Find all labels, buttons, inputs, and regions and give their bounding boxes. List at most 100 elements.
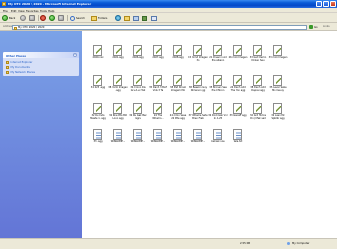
file-item[interactable]: 34 Cronn Ris Gr+d+x Tak bbox=[128, 75, 148, 97]
file-item[interactable]: WINGOME... bbox=[148, 129, 168, 151]
file-item[interactable]: 38 mmli Imagen .agg bbox=[108, 75, 128, 97]
network-places-icon bbox=[6, 70, 9, 74]
file-item[interactable]: 2026.agg bbox=[128, 45, 148, 67]
delete-icon bbox=[142, 15, 147, 21]
sidebar-item-my-documents[interactable]: My Documents bbox=[6, 65, 30, 69]
copy-to-button[interactable] bbox=[133, 15, 139, 21]
file-item[interactable]: 32 Rndi Gak Vnr In A 25 bbox=[208, 103, 228, 125]
history-icon bbox=[115, 15, 121, 21]
file-item[interactable]: 38 Danh Add Daposi agg bbox=[248, 75, 268, 97]
file-item[interactable]: 33 .agg bbox=[88, 129, 108, 151]
links-button[interactable]: Links bbox=[323, 25, 330, 28]
toolbar-separator bbox=[67, 15, 68, 21]
file-item[interactable]: WINGOME... bbox=[168, 129, 188, 151]
file-item[interactable]: 32 Grd Hiclos Dn (Cfek sed bbox=[248, 103, 268, 125]
sidebar-item-internet-explorer[interactable]: Internet Explorer bbox=[6, 60, 32, 64]
sidebar-item-network-places[interactable]: My Network Places bbox=[6, 70, 35, 74]
folders-button[interactable]: Folders bbox=[91, 15, 107, 21]
file-item[interactable]: 26 mnli Imagen bbox=[228, 45, 248, 67]
forward-button[interactable] bbox=[20, 15, 26, 21]
sidebar-item-label: My Documents bbox=[10, 65, 30, 69]
search-button[interactable]: Search bbox=[70, 15, 85, 21]
go-button[interactable]: Go bbox=[309, 25, 321, 30]
file-item[interactable]: 32 Ru Gak Bec Ggrs bbox=[128, 103, 148, 125]
file-name: bahiair.noe bbox=[211, 140, 225, 143]
file-item[interactable]: 2021.agg bbox=[108, 45, 128, 67]
file-item[interactable]: 2027.agg bbox=[148, 45, 168, 67]
file-name: 34 Cronn Ris Gr+d+x Tak bbox=[130, 86, 146, 92]
file-item[interactable]: 37 Whame Sete Bren Freb bbox=[188, 103, 208, 125]
file-name: WINGOME... bbox=[110, 140, 126, 143]
file-item[interactable]: 2028.agg bbox=[168, 45, 188, 67]
title-bar[interactable]: My OTC 2020 \ 2020 - Microsoft Internet … bbox=[0, 0, 337, 8]
file-item[interactable]: 38 Beezon Guy Dimenon gg bbox=[188, 75, 208, 97]
file-item[interactable]: 24 The Whamo... bbox=[148, 103, 168, 125]
history-button[interactable] bbox=[115, 15, 121, 21]
search-label: Search bbox=[76, 16, 85, 20]
file-item[interactable]: 32 Rne Pits Bill Loon agg bbox=[108, 103, 128, 125]
file-item[interactable]: WINGOME... bbox=[108, 129, 128, 151]
file-item[interactable]: 32 Ru Cuts Meste 1 .agg bbox=[88, 103, 108, 125]
delete-button[interactable] bbox=[142, 15, 147, 21]
image-file-icon bbox=[173, 75, 182, 86]
move-to-button[interactable] bbox=[124, 15, 130, 21]
other-places-header[interactable]: Other Places ^ bbox=[3, 52, 79, 58]
image-file-icon bbox=[213, 103, 222, 114]
file-item[interactable]: 35 Danh 3 Biof Vols 3 Ta bbox=[148, 75, 168, 97]
file-name: 2020.xxx bbox=[92, 56, 104, 59]
image-file-icon bbox=[93, 103, 102, 114]
image-file-icon bbox=[233, 103, 242, 114]
image-file-icon bbox=[193, 75, 202, 86]
file-item[interactable]: 33 Ganaff agg bbox=[228, 103, 248, 125]
file-item[interactable]: bahiair.noe bbox=[208, 129, 228, 151]
file-name: 21 Dnevni vod Pre alkenn bbox=[209, 56, 227, 62]
minimize-button[interactable] bbox=[316, 1, 322, 7]
file-item[interactable]: 21 Dnevni vod Pre alkenn bbox=[208, 45, 228, 67]
stop-button[interactable] bbox=[40, 15, 46, 21]
views-button[interactable] bbox=[151, 15, 157, 21]
home-button[interactable] bbox=[58, 15, 64, 21]
file-item[interactable]: 32 Lasn Mc Spblbr agg bbox=[268, 103, 288, 125]
file-item[interactable]: WINGOME... bbox=[188, 129, 208, 151]
chevron-up-icon[interactable]: ^ bbox=[73, 53, 77, 57]
status-zone: My Computer bbox=[292, 242, 310, 245]
file-name: 35 Lever Sebe Mo Ceuuy bbox=[269, 86, 287, 92]
go-label: Go bbox=[314, 25, 318, 29]
file-item[interactable]: 35 Bronen Sea Pre Cfkcon bbox=[208, 75, 228, 97]
file-item[interactable]: tele.txt bbox=[228, 129, 248, 151]
file-name: WINGOME... bbox=[190, 140, 206, 143]
image-file-icon bbox=[153, 103, 162, 114]
file-item[interactable]: 33 Get Clemn Dinlen Seu bbox=[248, 45, 268, 67]
image-file-icon bbox=[233, 45, 242, 56]
file-name: 24 Danh Add The Yon agg bbox=[230, 86, 246, 92]
file-item[interactable]: 38 Pist Drneli Imagem Mo bbox=[168, 75, 188, 97]
my-documents-icon bbox=[6, 65, 9, 69]
image-file-icon bbox=[113, 75, 122, 86]
back-button[interactable]: Back bbox=[2, 15, 15, 21]
file-item[interactable]: 15 mmd Imagen 3o bbox=[188, 45, 208, 67]
file-item[interactable]: 24 Danh Add The Yon agg bbox=[228, 75, 248, 97]
file-name: 32 Lasn Mc Spblbr agg bbox=[271, 114, 285, 120]
file-name: 33 .agg bbox=[93, 140, 103, 143]
copy-to-icon bbox=[133, 15, 139, 21]
file-item[interactable]: 33 mnli Imagen bbox=[268, 45, 288, 67]
image-file-icon bbox=[113, 103, 122, 114]
file-name: 37 Whame Sete Bren Freb bbox=[188, 114, 208, 120]
up-button[interactable] bbox=[29, 15, 35, 21]
refresh-icon bbox=[49, 15, 55, 21]
file-item[interactable]: 24 mmo Sese 22 Pite agg bbox=[168, 103, 188, 125]
file-item[interactable]: 35 Lever Sebe Mo Ceuuy bbox=[268, 75, 288, 97]
file-name: WINGOME... bbox=[130, 140, 146, 143]
refresh-button[interactable] bbox=[49, 15, 55, 21]
address-input[interactable]: My OTC 2020 \ 2020 bbox=[12, 24, 307, 30]
file-item[interactable]: 34 223 .agg bbox=[88, 75, 108, 97]
image-file-icon bbox=[193, 45, 202, 56]
file-item[interactable]: WINGOME... bbox=[128, 129, 148, 151]
text-file-icon bbox=[93, 129, 102, 140]
close-button[interactable] bbox=[330, 1, 336, 7]
file-item[interactable]: 2020.xxx bbox=[88, 45, 108, 67]
image-file-icon bbox=[153, 45, 162, 56]
maximize-button[interactable] bbox=[323, 1, 329, 7]
panel-title: Other Places bbox=[6, 53, 27, 58]
file-name: 32 Ru Cuts Meste 1 .agg bbox=[90, 114, 106, 120]
